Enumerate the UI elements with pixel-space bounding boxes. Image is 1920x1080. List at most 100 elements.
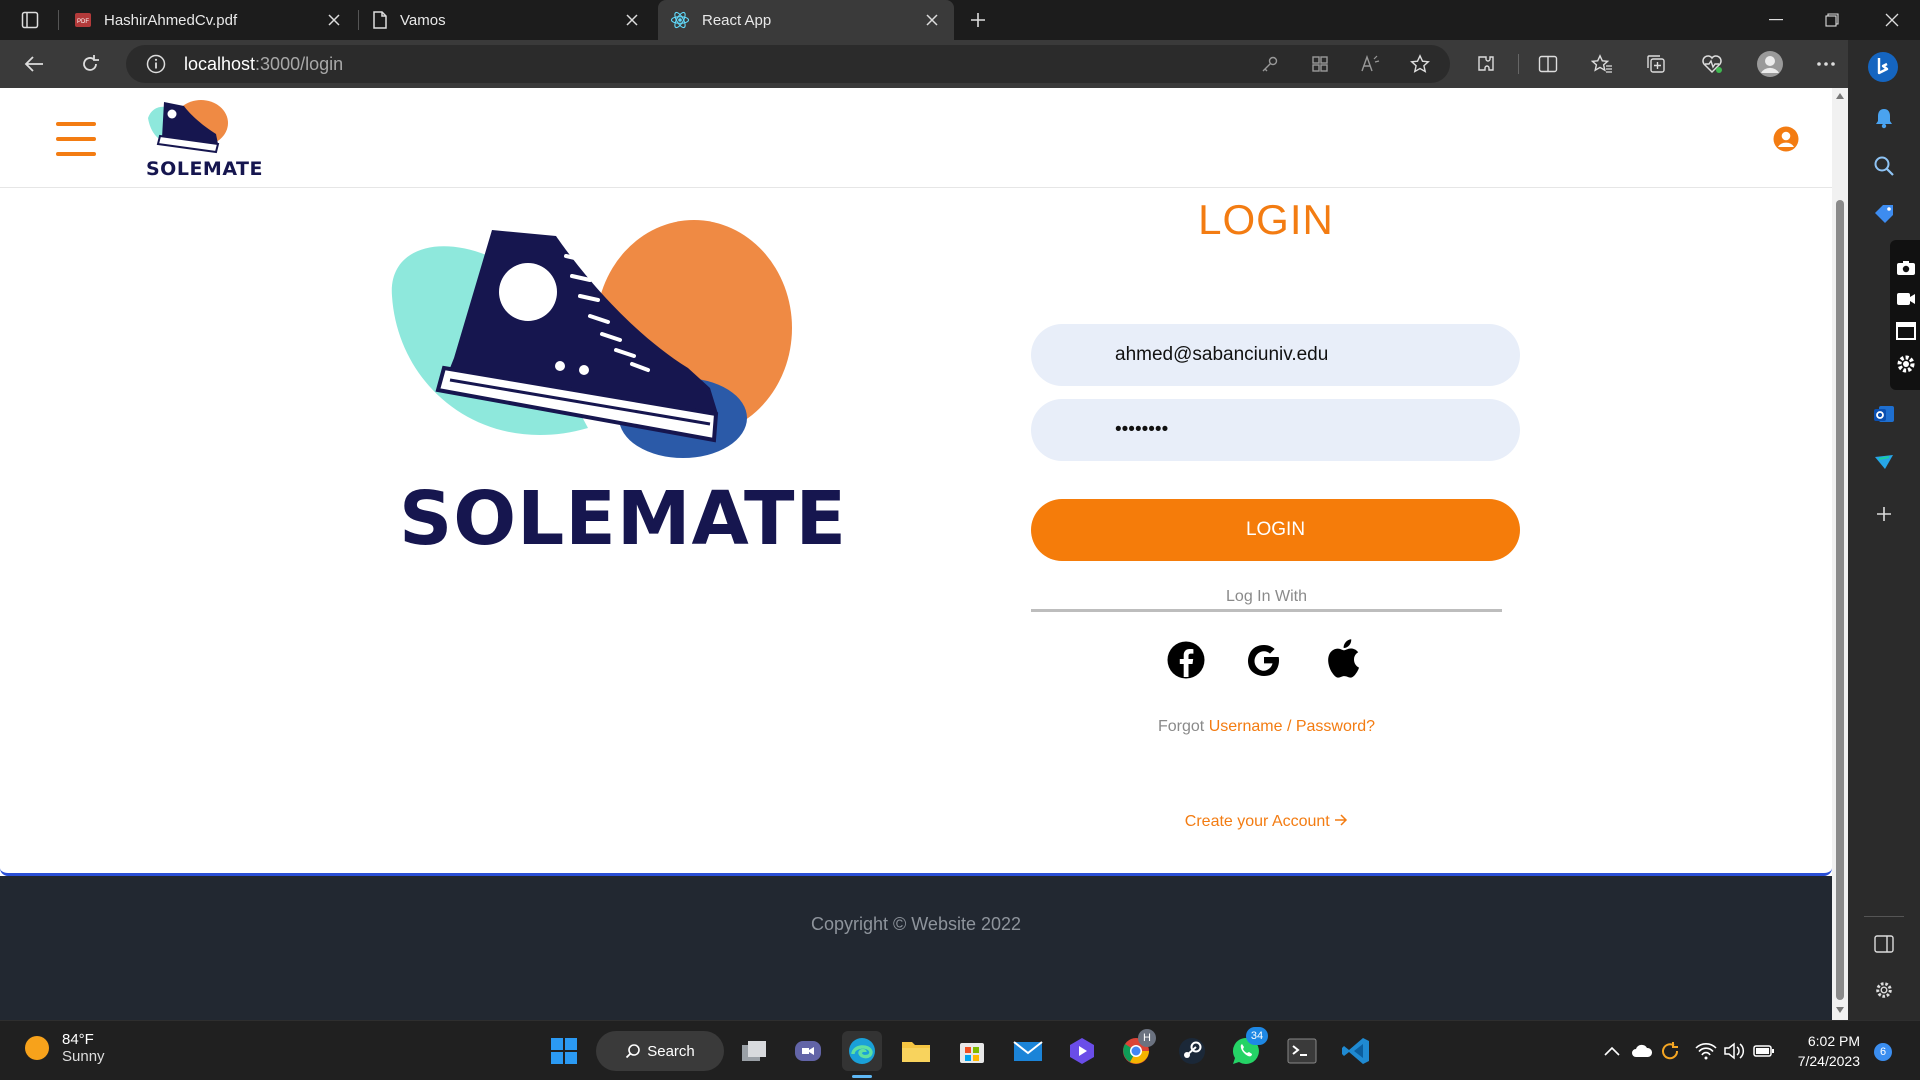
vscode-icon[interactable] xyxy=(1336,1031,1376,1071)
drop-icon[interactable] xyxy=(1870,448,1898,476)
whatsapp-unread-badge: 34 xyxy=(1246,1027,1268,1045)
new-tab-button[interactable] xyxy=(958,0,998,40)
hero-logo-text: SOLEMATE xyxy=(398,476,848,562)
email-field[interactable]: ahmed@sabanciuniv.edu xyxy=(1031,324,1520,386)
google-icon[interactable] xyxy=(1240,636,1288,684)
site-footer: Copyright © Website 2022 xyxy=(0,876,1832,1020)
favorites-icon[interactable] xyxy=(1588,50,1616,78)
collections-icon[interactable] xyxy=(1642,50,1670,78)
video-editor-icon[interactable] xyxy=(1062,1031,1102,1071)
system-clock[interactable]: 6:02 PM 7/24/2023 xyxy=(1780,1031,1860,1071)
weather-temperature: 84°F xyxy=(62,1031,94,1048)
sync-icon[interactable] xyxy=(1658,1039,1682,1063)
apps-icon[interactable] xyxy=(1306,50,1334,78)
weather-widget[interactable]: 84°F Sunny xyxy=(24,1031,105,1065)
login-title: LOGIN xyxy=(1198,196,1334,243)
refresh-button[interactable] xyxy=(72,46,108,82)
hero-logo: SOLEMATE xyxy=(388,218,858,578)
login-with-label: Log In With xyxy=(1226,588,1307,605)
terminal-icon[interactable] xyxy=(1282,1031,1322,1071)
settings-gear-icon[interactable] xyxy=(1896,354,1916,379)
forgot-credentials: Forgot Username / Password? xyxy=(1031,718,1502,736)
react-icon xyxy=(670,11,690,29)
more-options-icon[interactable] xyxy=(1812,50,1840,78)
onedrive-icon[interactable] xyxy=(1630,1039,1654,1063)
sun-icon xyxy=(25,1036,49,1060)
url-path: :3000/login xyxy=(255,53,344,74)
password-field[interactable]: •••••••• xyxy=(1031,399,1520,461)
forgot-credentials-link[interactable]: Username / Password? xyxy=(1209,718,1375,735)
minimize-button[interactable] xyxy=(1748,0,1804,40)
windows-taskbar: 84°F Sunny Search H 34 6:02 PM 7/24/2023… xyxy=(0,1020,1920,1080)
shopping-tag-icon[interactable] xyxy=(1870,200,1898,228)
close-window-button[interactable] xyxy=(1864,0,1920,40)
back-button[interactable] xyxy=(16,46,52,82)
site-logo[interactable]: SOLEMATE xyxy=(146,98,263,180)
video-icon[interactable] xyxy=(1896,292,1916,311)
edge-browser-icon[interactable] xyxy=(842,1031,882,1071)
url-bar[interactable]: localhost:3000/login xyxy=(126,45,1450,83)
favorite-star-icon[interactable] xyxy=(1406,50,1434,78)
screenshot-toolbar xyxy=(1890,240,1920,390)
scrollbar-thumb[interactable] xyxy=(1836,200,1844,1000)
tab-vamos[interactable]: Vamos xyxy=(364,0,654,40)
extensions-icon[interactable] xyxy=(1472,50,1500,78)
window-icon[interactable] xyxy=(1896,322,1916,345)
user-account-icon[interactable] xyxy=(1773,126,1799,152)
site-info-icon[interactable] xyxy=(146,54,166,74)
sidebar-settings-icon[interactable] xyxy=(1870,976,1898,1004)
microsoft-store-icon[interactable] xyxy=(952,1031,992,1071)
task-view-icon[interactable] xyxy=(734,1031,774,1071)
tab-actions-icon[interactable] xyxy=(6,0,54,40)
wifi-icon[interactable] xyxy=(1694,1039,1718,1063)
edge-sidebar xyxy=(1848,40,1920,1020)
outlook-icon[interactable] xyxy=(1870,400,1898,428)
apple-icon[interactable] xyxy=(1318,634,1366,682)
arrow-right-icon xyxy=(1334,813,1348,830)
notifications-icon[interactable] xyxy=(1870,104,1898,132)
volume-icon[interactable] xyxy=(1722,1039,1746,1063)
browser-essentials-icon[interactable] xyxy=(1698,50,1726,78)
mail-icon[interactable] xyxy=(1008,1031,1048,1071)
start-menu-icon[interactable] xyxy=(544,1031,584,1071)
login-button[interactable]: LOGIN xyxy=(1031,499,1520,561)
tab-react-app[interactable]: React App xyxy=(658,0,954,40)
tab-label: Vamos xyxy=(400,11,446,29)
profile-avatar-icon[interactable] xyxy=(1754,48,1786,80)
svg-text:PDF: PDF xyxy=(77,19,89,25)
file-explorer-icon[interactable] xyxy=(896,1031,936,1071)
chevron-up-icon[interactable] xyxy=(1600,1039,1624,1063)
tab-label: HashirAhmedCv.pdf xyxy=(104,11,238,29)
facebook-icon[interactable] xyxy=(1162,636,1210,684)
hamburger-menu-icon[interactable] xyxy=(56,122,98,156)
search-label: Search xyxy=(647,1042,695,1060)
battery-icon[interactable] xyxy=(1752,1039,1776,1063)
steam-icon[interactable] xyxy=(1172,1031,1212,1071)
add-sidebar-app-icon[interactable] xyxy=(1870,500,1898,528)
pdf-icon: PDF xyxy=(75,13,91,27)
hide-sidebar-icon[interactable] xyxy=(1870,930,1898,958)
copilot-icon[interactable] xyxy=(1866,50,1900,84)
site-logo-text: SOLEMATE xyxy=(146,158,263,180)
page-icon xyxy=(373,11,387,29)
create-account-link[interactable]: Create your Account xyxy=(1031,813,1502,831)
tab-pdf[interactable]: PDF HashirAhmedCv.pdf xyxy=(66,0,356,40)
key-icon[interactable] xyxy=(1256,50,1284,78)
teams-chat-icon[interactable] xyxy=(788,1031,828,1071)
close-icon[interactable] xyxy=(920,8,944,32)
close-icon[interactable] xyxy=(620,8,644,32)
search-icon xyxy=(626,1044,641,1059)
notification-count-badge[interactable]: 6 xyxy=(1874,1043,1892,1061)
tab-label: React App xyxy=(702,11,772,29)
split-screen-icon[interactable] xyxy=(1534,50,1562,78)
restore-button[interactable] xyxy=(1804,0,1860,40)
chrome-profile-badge: H xyxy=(1138,1029,1156,1047)
weather-condition: Sunny xyxy=(62,1048,105,1065)
camera-icon[interactable] xyxy=(1896,260,1916,281)
browser-tab-bar: PDF HashirAhmedCv.pdf Vamos React App xyxy=(0,0,1920,40)
clock-time: 6:02 PM xyxy=(1807,1033,1860,1049)
search-icon[interactable] xyxy=(1870,152,1898,180)
read-aloud-icon[interactable] xyxy=(1356,50,1384,78)
close-icon[interactable] xyxy=(322,8,346,32)
taskbar-search-button[interactable]: Search xyxy=(596,1031,724,1071)
